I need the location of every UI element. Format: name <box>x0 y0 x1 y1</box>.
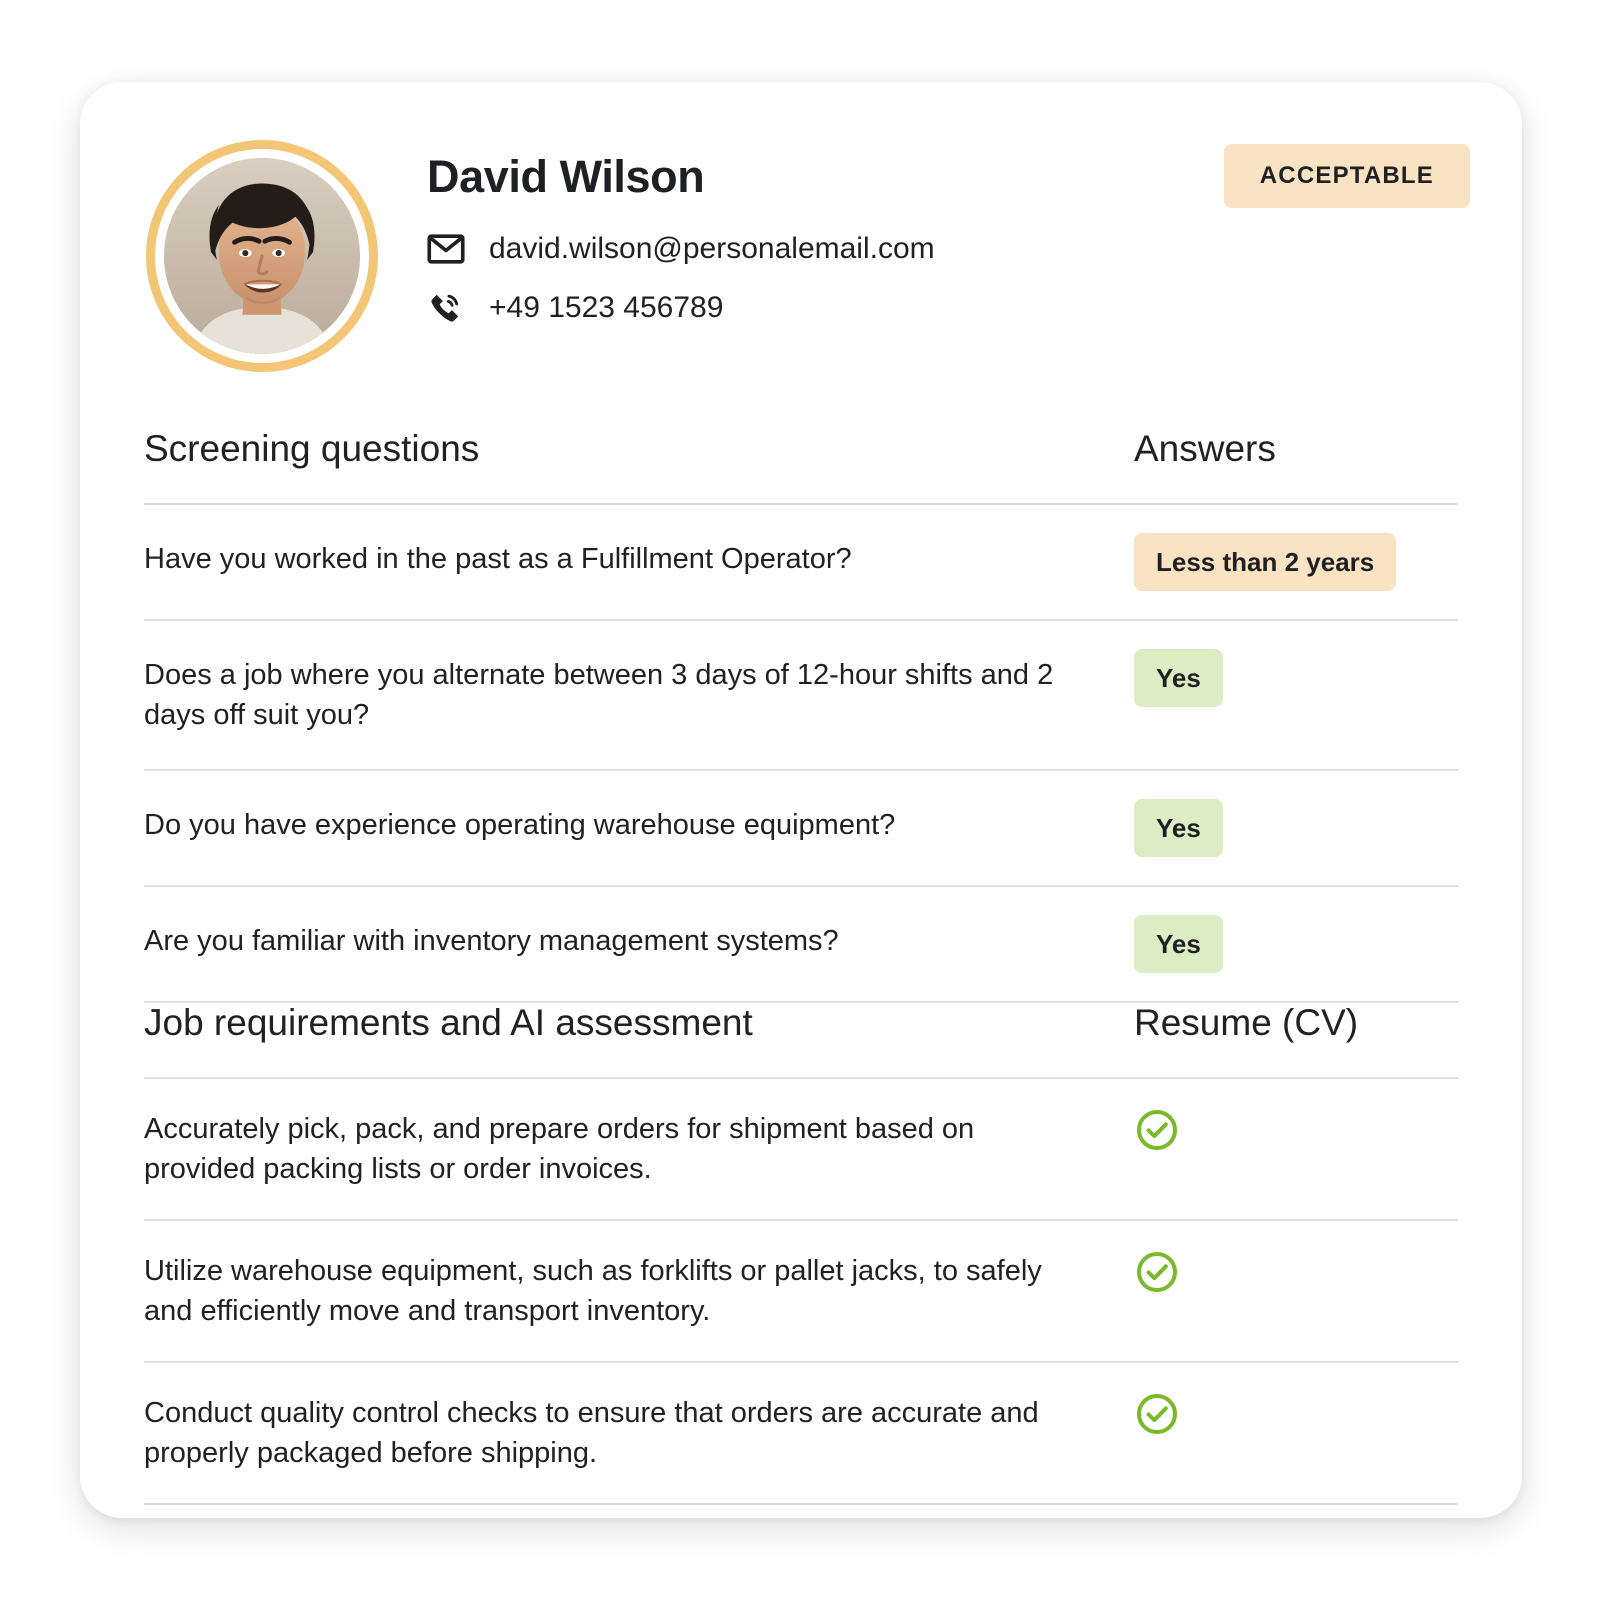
table-row: Utilize warehouse equipment, such as for… <box>144 1221 1458 1364</box>
screening-questions-section: Screening questions Answers Have you wor… <box>144 430 1458 1004</box>
email-text: david.wilson@personalemail.com <box>489 232 935 265</box>
screening-question-text: Have you worked in the past as a Fulfill… <box>144 543 852 575</box>
phone-in-talk-icon <box>427 291 469 325</box>
screening-answer-cell: Yes <box>1134 621 1458 735</box>
job-requirements-title: Job requirements and AI assessment <box>144 1002 753 1043</box>
table-row: Conduct quality control checks to ensure… <box>144 1363 1458 1506</box>
resume-match-cell <box>1134 1363 1458 1465</box>
person-photo-illustration <box>164 158 360 354</box>
table-row: Accurately pick, pack, and prepare order… <box>144 1079 1458 1222</box>
candidate-header: David Wilson david.wilson@personalemail.… <box>80 82 1522 412</box>
screening-header-row: Screening questions Answers <box>144 430 1458 503</box>
job-requirement-text: Conduct quality control checks to ensure… <box>144 1397 1039 1470</box>
table-row: Are you familiar with inventory manageme… <box>144 887 1458 1004</box>
job-requirement-text: Utilize warehouse equipment, such as for… <box>144 1255 1042 1328</box>
resume-match-cell <box>1134 1079 1458 1181</box>
screening-question-text: Do you have experience operating warehou… <box>144 809 896 842</box>
phone-text: +49 1523 456789 <box>489 291 724 324</box>
table-row: Do you have experience operating warehou… <box>144 771 1458 888</box>
status-badge: ACCEPTABLE <box>1223 144 1470 208</box>
table-row: Have you worked in the past as a Fulfill… <box>144 505 1458 621</box>
avatar-photo <box>164 158 360 354</box>
screening-question-text: Are you familiar with inventory manageme… <box>144 925 839 958</box>
check-circle-icon <box>1134 1107 1180 1153</box>
answers-column-header: Answers <box>1134 428 1276 469</box>
candidate-card: David Wilson david.wilson@personalemail.… <box>80 82 1522 1518</box>
check-circle-icon <box>1134 1249 1180 1295</box>
screening-questions-title: Screening questions <box>144 428 480 469</box>
resume-match-cell <box>1134 1221 1458 1323</box>
candidate-name: David Wilson <box>427 151 705 202</box>
answer-badge: Yes <box>1134 799 1223 858</box>
email-row[interactable]: david.wilson@personalemail.com <box>427 229 1127 269</box>
check-circle-icon <box>1134 1391 1180 1437</box>
job-requirements-section: Job requirements and AI assessment Resum… <box>144 1004 1458 1506</box>
identity-block: David Wilson david.wilson@personalemail.… <box>427 154 1127 347</box>
requirements-header-row: Job requirements and AI assessment Resum… <box>144 1004 1458 1077</box>
screening-rows: Have you worked in the past as a Fulfill… <box>144 503 1458 1004</box>
answer-badge: Yes <box>1134 649 1223 707</box>
answer-badge: Yes <box>1134 915 1223 974</box>
phone-row[interactable]: +49 1523 456789 <box>427 288 1127 328</box>
job-requirement-text: Accurately pick, pack, and prepare order… <box>144 1113 975 1186</box>
screening-answer-cell: Yes <box>1134 887 1458 1001</box>
requirement-rows: Accurately pick, pack, and prepare order… <box>144 1077 1458 1506</box>
screening-question-text: Does a job where you alternate between 3… <box>144 659 1054 732</box>
answer-badge: Less than 2 years <box>1134 533 1397 591</box>
mail-icon <box>427 232 469 266</box>
screening-answer-cell: Less than 2 years <box>1134 505 1458 619</box>
avatar <box>146 140 378 372</box>
screening-answer-cell: Yes <box>1134 771 1458 885</box>
table-row: Does a job where you alternate between 3… <box>144 621 1458 772</box>
resume-column-header: Resume (CV) <box>1134 1002 1359 1043</box>
screenshot-stage: David Wilson david.wilson@personalemail.… <box>0 0 1600 1600</box>
